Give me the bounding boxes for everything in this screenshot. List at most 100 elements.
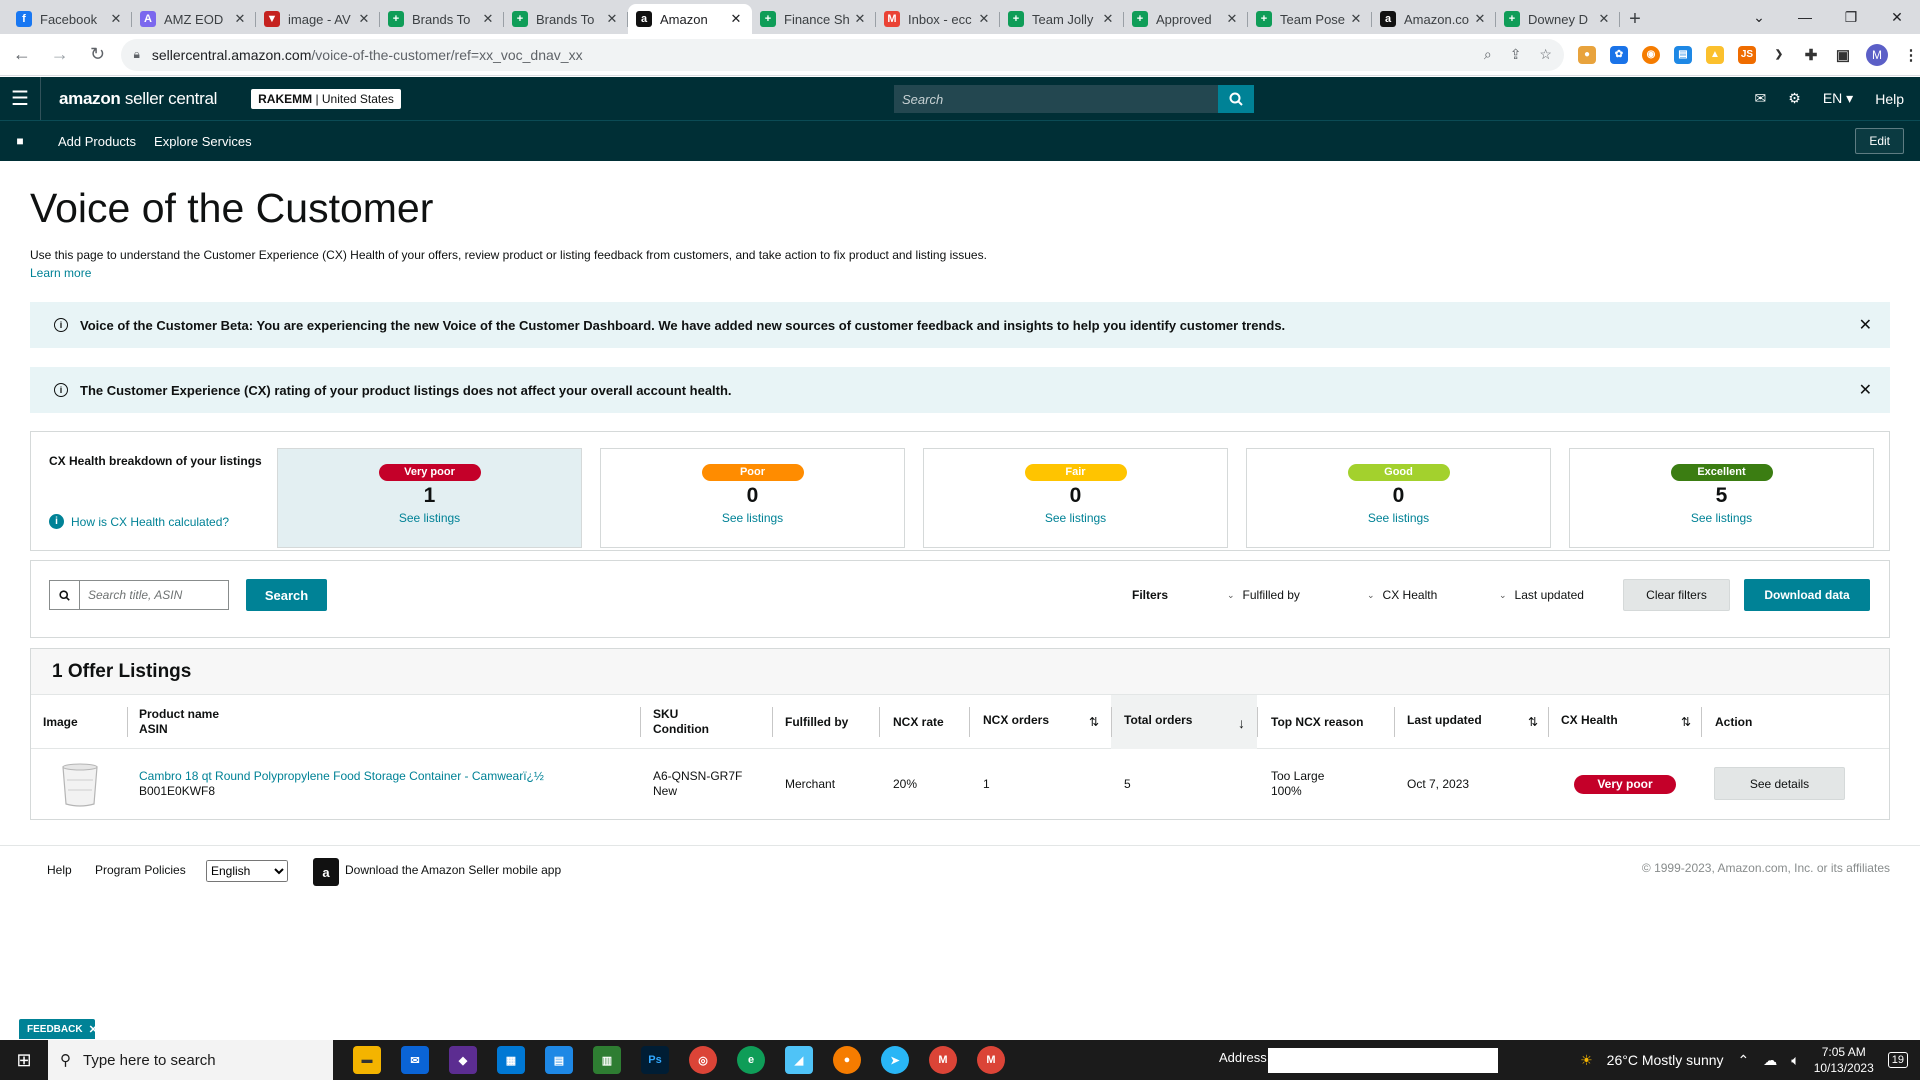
close-tab-icon[interactable]: ✕ <box>1348 11 1364 27</box>
cx-card-good[interactable]: Good 0 See listings <box>1246 448 1551 548</box>
browser-tab[interactable]: M Inbox - ecc ✕ <box>876 4 1000 34</box>
explore-services-link[interactable]: Explore Services <box>154 134 252 149</box>
chevron-up-icon[interactable]: ⌃ <box>1738 1052 1750 1069</box>
help-link[interactable]: Help <box>1875 91 1904 107</box>
cx-card-excellent[interactable]: Excellent 5 See listings <box>1569 448 1874 548</box>
close-tab-icon[interactable]: ✕ <box>356 11 372 27</box>
feedback-tab[interactable]: FEEDBACK ✕ <box>19 1019 98 1039</box>
close-tab-icon[interactable]: ✕ <box>1472 11 1488 27</box>
extension-icon[interactable]: ◉ <box>1641 45 1660 64</box>
maximize-button[interactable]: ❐ <box>1828 0 1874 34</box>
close-icon[interactable]: ✕ <box>1859 315 1872 335</box>
chrome-icon[interactable]: M <box>929 1046 957 1074</box>
product-name-link[interactable]: Cambro 18 qt Round Polypropylene Food St… <box>139 769 544 784</box>
chrome-icon[interactable]: M <box>977 1046 1005 1074</box>
seller-central-logo[interactable]: amazon seller central <box>59 89 217 109</box>
close-tab-icon[interactable]: ✕ <box>1100 11 1116 27</box>
program-policies-link[interactable]: Program Policies <box>95 863 186 877</box>
cx-health-filter[interactable]: ⌄ CX Health <box>1367 588 1437 602</box>
sort-descending-icon[interactable]: ↓ <box>1238 715 1245 731</box>
extension-icon[interactable]: ● <box>1577 45 1596 64</box>
browser-tab[interactable]: + Brands To ✕ <box>380 4 504 34</box>
forward-icon[interactable]: → <box>44 39 76 71</box>
app-icon[interactable]: ● <box>833 1046 861 1074</box>
browser-tab[interactable]: + Finance Sh ✕ <box>752 4 876 34</box>
puzzle-icon[interactable]: ✚ <box>1801 45 1820 64</box>
gear-icon[interactable]: ⚙ <box>1788 90 1801 107</box>
chrome-icon[interactable]: ◎ <box>689 1046 717 1074</box>
file-explorer-icon[interactable]: ▬ <box>353 1046 381 1074</box>
see-listings-link[interactable]: See listings <box>278 511 581 525</box>
close-tab-icon[interactable]: ✕ <box>108 11 124 27</box>
extension-icon[interactable]: ❯ <box>1769 45 1788 64</box>
telegram-icon[interactable]: ➤ <box>881 1046 909 1074</box>
header-search-button[interactable] <box>1218 85 1254 113</box>
windows-start-icon[interactable]: ⊞ <box>0 1050 48 1071</box>
mail-icon[interactable]: ✉ <box>401 1046 429 1074</box>
app-icon[interactable]: ◆ <box>449 1046 477 1074</box>
account-switcher[interactable]: RAKEMM | United States <box>251 88 401 109</box>
col-cx-health[interactable]: CX Health <box>1561 693 1618 747</box>
address-toolbar-input[interactable] <box>1268 1048 1498 1073</box>
close-window-button[interactable]: ✕ <box>1874 0 1920 34</box>
col-last-updated[interactable]: Last updated <box>1407 693 1482 747</box>
add-products-link[interactable]: Add Products <box>58 134 136 149</box>
close-tab-icon[interactable]: ✕ <box>852 11 868 27</box>
clear-filters-button[interactable]: Clear filters <box>1623 579 1730 611</box>
zoom-icon[interactable]: ⌕ <box>1484 46 1492 63</box>
browser-tab[interactable]: a Amazon ✕ <box>628 4 752 34</box>
edit-nav-button[interactable]: Edit <box>1855 128 1904 154</box>
minimize-button[interactable]: — <box>1782 0 1828 34</box>
close-tab-icon[interactable]: ✕ <box>604 11 620 27</box>
language-selector[interactable]: EN ▾ <box>1823 90 1853 107</box>
sort-icon[interactable]: ⇅ <box>1528 715 1538 729</box>
browser-tab[interactable]: a Amazon.co ✕ <box>1372 4 1496 34</box>
hamburger-menu-icon[interactable]: ☰ <box>0 86 40 111</box>
calculator-icon[interactable]: ▥ <box>593 1046 621 1074</box>
bookmark-star-icon[interactable]: ☆ <box>1539 46 1552 63</box>
reload-icon[interactable]: ↻ <box>82 39 114 71</box>
app-icon[interactable]: ▤ <box>545 1046 573 1074</box>
network-icon[interactable]: ☁ <box>1763 1052 1777 1069</box>
sort-icon[interactable]: ⇅ <box>1681 715 1691 729</box>
extension-icon[interactable]: ▤ <box>1673 45 1692 64</box>
store-icon[interactable]: ▦ <box>497 1046 525 1074</box>
close-tab-icon[interactable]: ✕ <box>976 11 992 27</box>
cx-card-very-poor[interactable]: Very poor 1 See listings <box>277 448 582 548</box>
last-updated-filter[interactable]: ⌄ Last updated <box>1499 588 1584 602</box>
browser-tab[interactable]: + Downey D ✕ <box>1496 4 1620 34</box>
mail-icon[interactable]: ✉ <box>1755 90 1767 107</box>
see-listings-link[interactable]: See listings <box>601 511 904 525</box>
tab-search-icon[interactable]: ⌄ <box>1736 0 1782 34</box>
bookmark-icon[interactable]: ■ <box>0 134 40 148</box>
close-icon[interactable]: ✕ <box>1859 380 1872 400</box>
cx-card-fair[interactable]: Fair 0 See listings <box>923 448 1228 548</box>
taskbar-search[interactable]: ⚲ Type here to search <box>48 1040 333 1080</box>
footer-help-link[interactable]: Help <box>47 863 72 877</box>
side-panel-icon[interactable]: ▣ <box>1833 45 1852 64</box>
extension-icon[interactable]: JS <box>1737 45 1756 64</box>
search-button[interactable]: Search <box>246 579 327 611</box>
footer-language-select[interactable]: English <box>206 860 288 882</box>
back-icon[interactable]: ← <box>6 39 38 71</box>
address-bar[interactable]: 🔒︎ sellercentral.amazon.com/voice-of-the… <box>121 38 1564 71</box>
extension-icon[interactable]: ▲ <box>1705 45 1724 64</box>
how-cx-calculated-link[interactable]: i How is CX Health calculated? <box>49 514 229 529</box>
download-data-button[interactable]: Download data <box>1744 579 1870 611</box>
notification-badge[interactable]: 19 <box>1887 1052 1908 1068</box>
photoshop-icon[interactable]: Ps <box>641 1046 669 1074</box>
browser-tab[interactable]: f Facebook ✕ <box>8 4 132 34</box>
cx-card-poor[interactable]: Poor 0 See listings <box>600 448 905 548</box>
close-tab-icon[interactable]: ✕ <box>728 11 744 27</box>
see-details-button[interactable]: See details <box>1714 767 1845 800</box>
edge-icon[interactable]: e <box>737 1046 765 1074</box>
volume-icon[interactable]: 🔈︎ <box>1791 1052 1799 1069</box>
browser-tab[interactable]: A AMZ EOD ✕ <box>132 4 256 34</box>
close-tab-icon[interactable]: ✕ <box>1224 11 1240 27</box>
see-listings-link[interactable]: See listings <box>1570 511 1873 525</box>
browser-tab[interactable]: + Approved ✕ <box>1124 4 1248 34</box>
browser-tab[interactable]: + Team Pose ✕ <box>1248 4 1372 34</box>
share-icon[interactable]: ⇪ <box>1510 46 1522 63</box>
menu-kebab-icon[interactable]: ⋮ <box>1901 45 1920 64</box>
close-tab-icon[interactable]: ✕ <box>480 11 496 27</box>
